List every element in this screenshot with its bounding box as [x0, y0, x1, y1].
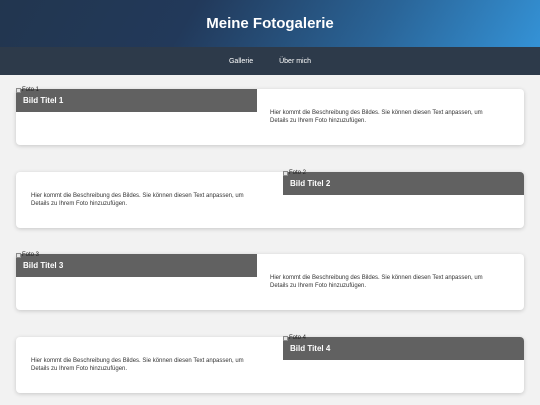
photo-alt-text: Foto 2 [289, 170, 307, 176]
page-title: Meine Fotogalerie [206, 15, 334, 32]
photo-alt-text: Foto 3 [22, 252, 40, 258]
photo-2: Foto 2 Bild Titel 2 [283, 169, 524, 195]
photo-4: Foto 4 Bild Titel 4 [283, 334, 524, 360]
photo-description: Hier kommt die Beschreibung des Bildes. … [270, 275, 483, 289]
gallery-item-3: Foto 3 Bild Titel 3 Hier kommt die Besch… [16, 251, 524, 310]
photo-1: Foto 1 Bild Titel 1 [16, 86, 257, 112]
photo-title: Bild Titel 4 [290, 344, 331, 353]
broken-image-icon [16, 87, 21, 93]
photo-alt-text: Foto 4 [289, 335, 307, 341]
photo-title: Bild Titel 2 [290, 179, 331, 188]
broken-image-icon [16, 252, 21, 258]
gallery-item-1: Foto 1 Bild Titel 1 Hier kommt die Besch… [16, 86, 524, 145]
photo-title: Bild Titel 1 [23, 96, 64, 105]
broken-image-icon [283, 170, 288, 176]
nav-link-ueber-mich[interactable]: Über mich [279, 58, 311, 65]
nav-link-gallerie[interactable]: Gallerie [229, 58, 253, 65]
broken-image-alt-3: Foto 3 [16, 251, 39, 259]
gallery-item-2: Foto 2 Bild Titel 2 Hier kommt die Besch… [16, 169, 524, 228]
gallery-item-4: Foto 4 Bild Titel 4 Hier kommt die Besch… [16, 334, 524, 393]
photo-title: Bild Titel 3 [23, 261, 64, 270]
photo-description: Hier kommt die Beschreibung des Bildes. … [31, 193, 244, 207]
photo-3: Foto 3 Bild Titel 3 [16, 251, 257, 277]
photo-description: Hier kommt die Beschreibung des Bildes. … [31, 358, 244, 372]
photo-description: Hier kommt die Beschreibung des Bildes. … [270, 110, 483, 124]
photo-alt-text: Foto 1 [22, 87, 40, 93]
main-nav: Gallerie Über mich [0, 47, 540, 75]
broken-image-alt-1: Foto 1 [16, 86, 39, 94]
site-header: Meine Fotogalerie [0, 0, 540, 47]
broken-image-alt-4: Foto 4 [283, 334, 306, 342]
broken-image-alt-2: Foto 2 [283, 169, 306, 177]
broken-image-icon [283, 335, 288, 341]
